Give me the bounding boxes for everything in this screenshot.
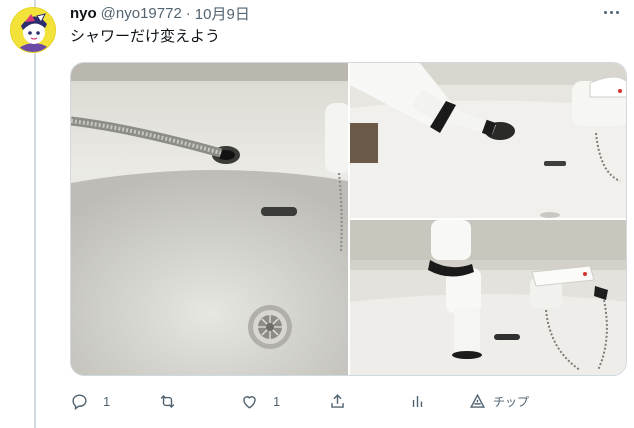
tweet-date[interactable]: 10月9日 — [195, 3, 250, 24]
media-photo-2[interactable] — [350, 63, 626, 218]
thread-line — [34, 0, 36, 428]
tweet-header: nyo @nyo19772 · 10月9日 — [70, 3, 250, 24]
header-separator: · — [185, 4, 191, 22]
tip-icon — [469, 393, 486, 408]
reply-count: 1 — [103, 393, 111, 409]
retweet-icon — [160, 394, 175, 408]
tip-button[interactable]: チップ — [468, 390, 529, 412]
sink-photo — [71, 63, 348, 375]
share-icon — [331, 393, 344, 408]
author-name[interactable]: nyo — [70, 5, 97, 22]
retweet-button[interactable] — [158, 390, 191, 412]
reply-icon — [72, 393, 87, 410]
more-options-icon[interactable] — [600, 4, 622, 20]
tip-label: チップ — [493, 394, 530, 409]
tweet-text: シャワーだけ変えよう — [70, 28, 221, 45]
media-photo-1[interactable] — [71, 63, 348, 375]
share-button[interactable] — [328, 390, 347, 412]
heart-icon — [243, 395, 256, 409]
avatar-image — [11, 8, 55, 52]
media-photo-3[interactable] — [350, 220, 626, 375]
analytics-icon — [412, 395, 423, 407]
tweet-actions: 1 1 チップ — [70, 390, 550, 412]
shower-head-photo — [350, 63, 626, 218]
like-button[interactable]: 1 — [240, 390, 280, 412]
avatar[interactable] — [10, 7, 56, 53]
tweet[interactable]: nyo @nyo19772 · 10月9日 シャワーだけ変えよう 1 1 チップ — [0, 0, 634, 428]
media-grid — [70, 62, 627, 376]
analytics-button[interactable] — [408, 390, 427, 412]
like-count: 1 — [273, 393, 281, 409]
reply-button[interactable]: 1 — [70, 390, 110, 412]
faucet-photo — [350, 220, 626, 375]
author-handle[interactable]: @nyo19772 — [101, 5, 182, 22]
